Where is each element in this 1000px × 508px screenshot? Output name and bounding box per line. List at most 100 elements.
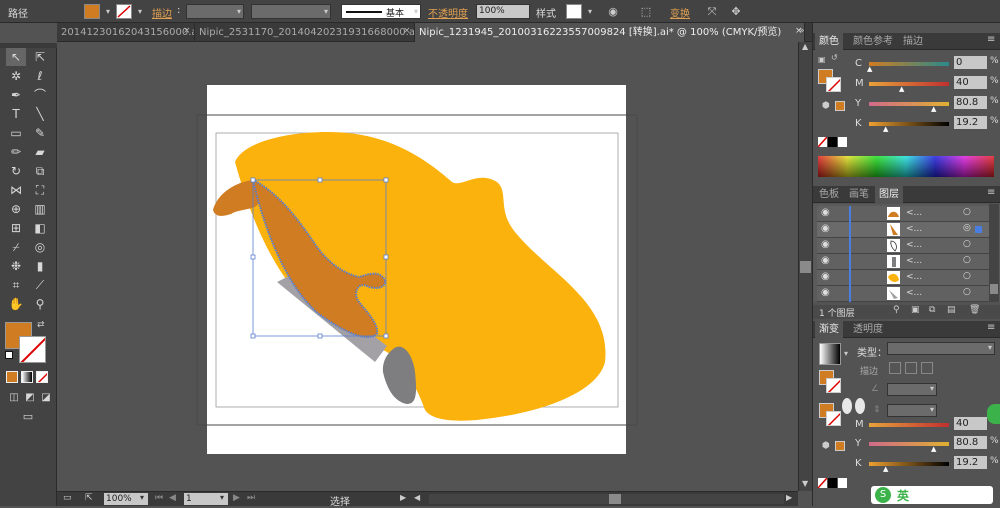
none-swatch[interactable]	[818, 478, 827, 488]
document-tab[interactable]: 2014123016204315600­0.ai*	[57, 23, 195, 42]
clipping-mask-icon[interactable]: ▣	[911, 305, 920, 315]
paintbrush-icon[interactable]: ✎	[30, 124, 50, 142]
tab-color[interactable]: 颜色	[815, 33, 843, 50]
tab-gradient[interactable]: 渐变	[815, 321, 843, 338]
screen-mode-icon[interactable]: ▭	[18, 408, 38, 426]
prev-artboard-icon[interactable]: ◀	[169, 493, 176, 503]
scroll-left-icon[interactable]: ◀	[414, 493, 420, 502]
zoom-tool-icon[interactable]: ⚲	[30, 295, 50, 313]
gradient-swatch[interactable]	[819, 343, 841, 365]
slice-tool-icon[interactable]: ⟋	[30, 276, 50, 294]
artboard-tool-icon[interactable]: ⌗	[6, 276, 26, 294]
color-mode-icon[interactable]	[6, 371, 18, 383]
white-swatch[interactable]	[838, 137, 847, 147]
stroke-gradient-option[interactable]	[889, 362, 901, 374]
floating-widget[interactable]	[987, 404, 1000, 424]
tab-swatches[interactable]: 色板	[815, 186, 843, 203]
eraser-icon[interactable]: ▰	[30, 143, 50, 161]
opacity-input[interactable]: 100%	[476, 4, 530, 19]
stroke-color-box[interactable]	[19, 336, 46, 363]
align-icon[interactable]: ⬚	[638, 4, 654, 19]
stroke-color-box[interactable]	[826, 378, 841, 393]
canvas[interactable]	[57, 42, 798, 491]
brush-definition[interactable]: 基本 ▾	[341, 4, 421, 19]
slider-k[interactable]: K ▲ 19.2 %	[813, 115, 1000, 133]
locate-object-icon[interactable]: ⚲	[893, 305, 900, 315]
scale-tool-icon[interactable]: ⧉	[30, 162, 50, 180]
tab-stroke[interactable]: 描边	[899, 33, 927, 50]
variable-width-profile[interactable]: ▾	[251, 4, 331, 19]
document-tab[interactable]: Nipic_2531170_20140420231931668000.ai*	[195, 23, 415, 42]
panel-menu-icon[interactable]: ≡	[987, 34, 995, 45]
stroke-weight-input[interactable]: ▾	[186, 4, 244, 19]
stroke-color-box[interactable]	[826, 411, 841, 426]
scroll-up-icon[interactable]: ▲	[802, 42, 808, 51]
slider-y[interactable]: Y ▲ 80.8 %	[813, 95, 1000, 113]
rotate-tool-icon[interactable]: ↻	[6, 162, 26, 180]
new-layer-icon[interactable]: ▤	[947, 305, 956, 315]
magic-wand-icon[interactable]: ✲	[6, 67, 26, 85]
swap-icon[interactable]: ⇄	[37, 320, 45, 330]
stroke-gradient-option[interactable]	[905, 362, 917, 374]
scroll-right-icon[interactable]: ▶	[786, 493, 792, 502]
layer-row[interactable]: ◉ <... ○	[817, 286, 999, 302]
vertical-scrollbar[interactable]: ▲ ▼	[798, 42, 812, 491]
layers-scrollbar[interactable]	[989, 204, 999, 302]
draw-inside-icon[interactable]: ◪	[36, 389, 56, 407]
horizontal-scrollbar[interactable]	[429, 494, 784, 504]
direct-selection-tool-icon[interactable]: ⇱	[30, 48, 50, 66]
stroke-gradient-option[interactable]	[921, 362, 933, 374]
black-swatch[interactable]	[828, 137, 837, 147]
white-swatch[interactable]	[838, 478, 847, 488]
blend-tool-icon[interactable]: ◎	[30, 238, 50, 256]
status-menu-icon[interactable]: ▶	[400, 493, 406, 502]
tab-color-guide[interactable]: 颜色参考	[849, 33, 897, 50]
gradient-stop[interactable]	[842, 398, 852, 414]
slider-m[interactable]: M ▲ 40 %	[813, 75, 1000, 93]
tab-layers[interactable]: 图层	[875, 186, 903, 203]
out-of-gamut-icon[interactable]: ⬢	[822, 441, 830, 451]
shape-builder-icon[interactable]: ⊕	[6, 200, 26, 218]
trash-icon[interactable]: 🗑	[969, 305, 980, 315]
pen-tool-icon[interactable]: ✒	[6, 86, 26, 104]
scroll-thumb[interactable]	[609, 494, 621, 504]
gradient-mode-icon[interactable]	[21, 371, 33, 383]
layer-row[interactable]: ◉ <... ○	[817, 270, 999, 286]
panel-menu-icon[interactable]: ≡	[987, 322, 995, 333]
graph-tool-icon[interactable]: ▮	[30, 257, 50, 275]
scroll-down-icon[interactable]: ▼	[802, 479, 808, 488]
first-artboard-icon[interactable]: ⏮	[155, 493, 163, 503]
width-tool-icon[interactable]: ⋈	[6, 181, 26, 199]
none-swatch[interactable]	[818, 137, 827, 147]
tabs-overflow-icon[interactable]: »	[799, 26, 805, 36]
next-artboard-icon[interactable]: ▶	[233, 493, 240, 503]
fill-swatch[interactable]	[84, 4, 100, 19]
default-colors-icon[interactable]	[5, 351, 13, 359]
line-tool-icon[interactable]: ╲	[30, 105, 50, 123]
none-mode-icon[interactable]	[36, 371, 48, 383]
chevron-down-icon[interactable]: ▾	[140, 493, 144, 502]
tab-transparency[interactable]: 透明度	[849, 321, 887, 338]
new-sublayer-icon[interactable]: ⧉	[929, 305, 935, 315]
document-tab-active[interactable]: Nipic_1231945_20100316223557009824 [转换].…	[415, 23, 805, 42]
slider-m[interactable]: M 40	[813, 416, 1000, 434]
chevron-down-icon[interactable]: ▾	[844, 349, 848, 358]
menu-icon[interactable]: ✥	[728, 4, 744, 19]
gradient-type-select[interactable]: ▾	[887, 342, 995, 355]
transform-link[interactable]: 变换	[670, 5, 690, 20]
style-swatch[interactable]	[566, 4, 582, 19]
chevron-down-icon[interactable]: ▾	[132, 4, 148, 19]
gradient-tool-icon[interactable]: ◧	[30, 219, 50, 237]
lasso-icon[interactable]: ℓ	[30, 67, 50, 85]
opacity-label[interactable]: 不透明度	[428, 5, 468, 20]
perspective-grid-icon[interactable]: ▥	[30, 200, 50, 218]
black-swatch[interactable]	[828, 478, 837, 488]
rectangle-tool-icon[interactable]: ▭	[6, 124, 26, 142]
eyedropper-icon[interactable]: ⌿	[6, 238, 26, 256]
chevron-down-icon[interactable]: ▾	[220, 493, 224, 502]
scroll-thumb[interactable]	[800, 261, 811, 273]
selection-tool-icon[interactable]: ↖	[6, 48, 26, 66]
symbol-sprayer-icon[interactable]: ❉	[6, 257, 26, 275]
chevron-down-icon[interactable]: ▾	[100, 4, 116, 19]
gradient-stop[interactable]	[855, 398, 865, 414]
